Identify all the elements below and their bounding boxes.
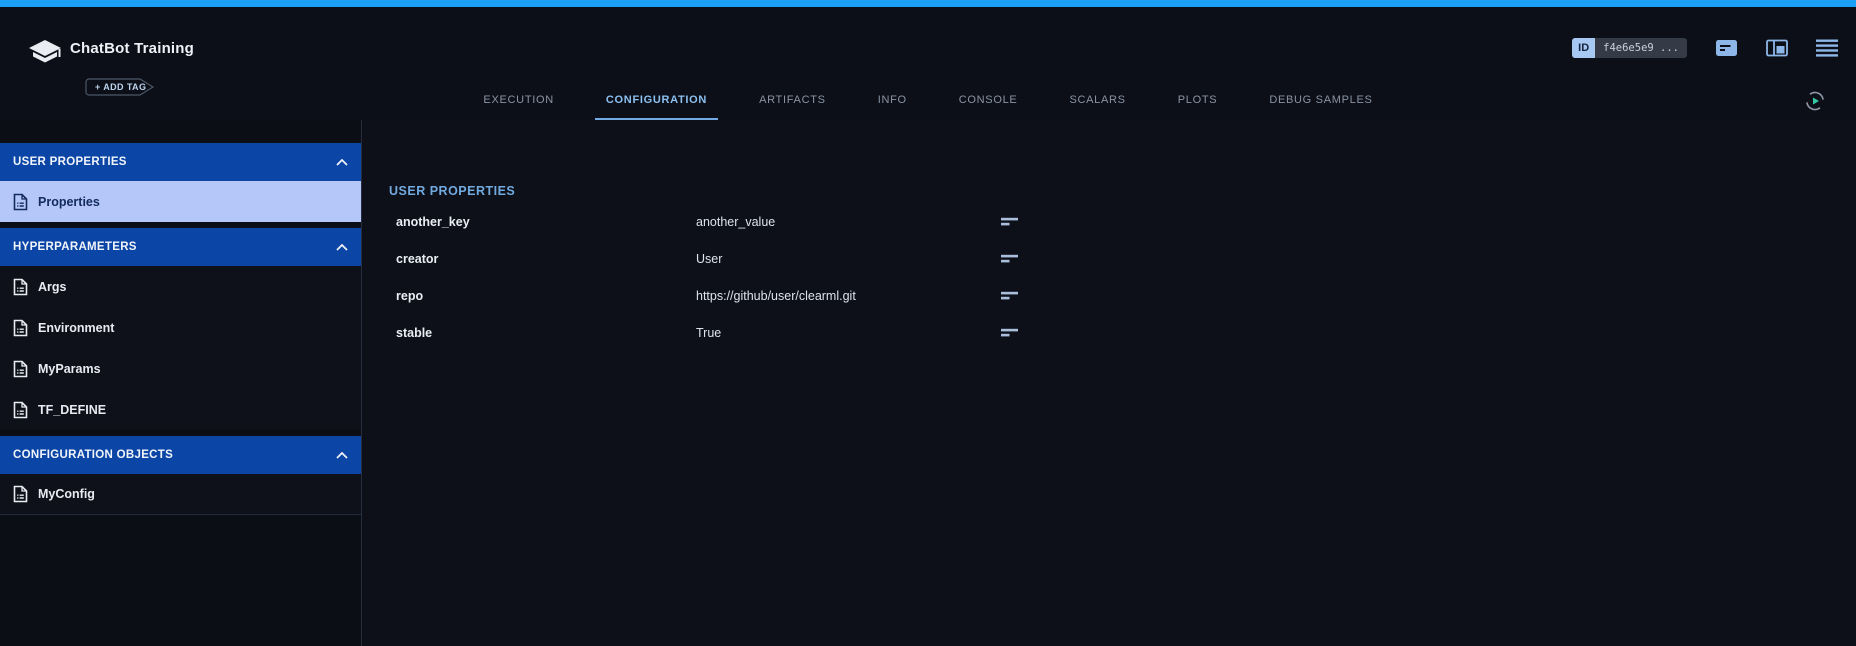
description-icon (1715, 38, 1738, 58)
section-title: HYPERPARAMETERS (13, 241, 137, 253)
property-value: https://github/user/clearml.git (696, 289, 1001, 303)
property-key: repo (396, 289, 696, 303)
id-label: ID (1572, 38, 1595, 58)
experiment-detail-screen: COMPLETED ChatBot Training + ADD TAG ID … (0, 0, 1856, 646)
property-value: another_value (696, 215, 1001, 229)
document-icon (13, 360, 28, 378)
sidebar-section-user-properties[interactable]: USER PROPERTIES (0, 143, 361, 181)
row-action-button[interactable] (1001, 290, 1041, 302)
document-icon (13, 278, 28, 296)
panel-heading: USER PROPERTIES (389, 184, 1856, 199)
tab-bar: EXECUTION CONFIGURATION ARTIFACTS INFO C… (0, 86, 1856, 120)
config-sidebar: USER PROPERTIES Properties HYPERPARAMETE… (0, 120, 362, 646)
tab-execution[interactable]: EXECUTION (472, 86, 564, 120)
tab-console[interactable]: CONSOLE (948, 86, 1029, 120)
chevron-up-icon (336, 244, 348, 251)
description-button[interactable] (1715, 38, 1738, 58)
top-accent-bar (0, 0, 1856, 7)
document-icon (13, 485, 28, 503)
section-title: USER PROPERTIES (13, 156, 127, 168)
tab-plots[interactable]: PLOTS (1167, 86, 1229, 120)
document-icon (13, 401, 28, 419)
sidebar-item-label: MyParams (38, 362, 101, 376)
sidebar-item-label: Args (38, 280, 66, 294)
row-action-button[interactable] (1001, 216, 1041, 228)
document-icon (13, 193, 28, 211)
property-row: creator User (396, 240, 1856, 277)
sidebar-item-label: MyConfig (38, 487, 95, 501)
sidebar-item-label: Environment (38, 321, 114, 335)
id-value: f4e6e5e9 ... (1595, 38, 1687, 58)
chevron-up-icon (336, 452, 348, 459)
row-action-button[interactable] (1001, 327, 1041, 339)
sidebar-section-hyperparameters[interactable]: HYPERPARAMETERS (0, 228, 361, 266)
sidebar-item-properties[interactable]: Properties (0, 181, 361, 222)
experiment-title: ChatBot Training (70, 40, 194, 57)
sidebar-item-myconfig[interactable]: MyConfig (0, 474, 361, 515)
align-left-icon (1001, 216, 1019, 228)
sidebar-item-args[interactable]: Args (0, 266, 361, 307)
property-row: repo https://github/user/clearml.git (396, 277, 1856, 314)
sidebar-section-configuration-objects[interactable]: CONFIGURATION OBJECTS (0, 436, 361, 474)
property-key: creator (396, 252, 696, 266)
tab-info[interactable]: INFO (867, 86, 918, 120)
tab-configuration[interactable]: CONFIGURATION (595, 86, 718, 120)
align-left-icon (1001, 290, 1019, 302)
property-value: True (696, 326, 1001, 340)
tab-scalars[interactable]: SCALARS (1058, 86, 1136, 120)
row-action-button[interactable] (1001, 253, 1041, 265)
menu-button[interactable] (1816, 39, 1838, 57)
experiment-id-badge[interactable]: ID f4e6e5e9 ... (1572, 38, 1687, 58)
side-panel-button[interactable] (1766, 38, 1788, 58)
chevron-up-icon (336, 159, 348, 166)
sidebar-item-tf-define[interactable]: TF_DEFINE (0, 389, 361, 430)
property-key: another_key (396, 215, 696, 229)
align-left-icon (1001, 253, 1019, 265)
property-row: another_key another_value (396, 203, 1856, 240)
menu-icon (1816, 39, 1838, 57)
app-logo-icon (26, 37, 64, 74)
auto-refresh-button[interactable] (1804, 90, 1826, 112)
property-key: stable (396, 326, 696, 340)
property-value: User (696, 252, 1001, 266)
sidebar-item-label: Properties (38, 195, 100, 209)
user-properties-panel: USER PROPERTIES another_key another_valu… (363, 120, 1856, 646)
tab-artifacts[interactable]: ARTIFACTS (748, 86, 837, 120)
sidebar-item-myparams[interactable]: MyParams (0, 348, 361, 389)
section-title: CONFIGURATION OBJECTS (13, 449, 173, 461)
align-left-icon (1001, 327, 1019, 339)
property-row: stable True (396, 314, 1856, 351)
document-icon (13, 319, 28, 337)
sidebar-item-label: TF_DEFINE (38, 403, 106, 417)
sidebar-item-environment[interactable]: Environment (0, 307, 361, 348)
side-panel-icon (1766, 38, 1788, 58)
tab-debug-samples[interactable]: DEBUG SAMPLES (1258, 86, 1383, 120)
auto-refresh-play-icon (1804, 90, 1826, 112)
